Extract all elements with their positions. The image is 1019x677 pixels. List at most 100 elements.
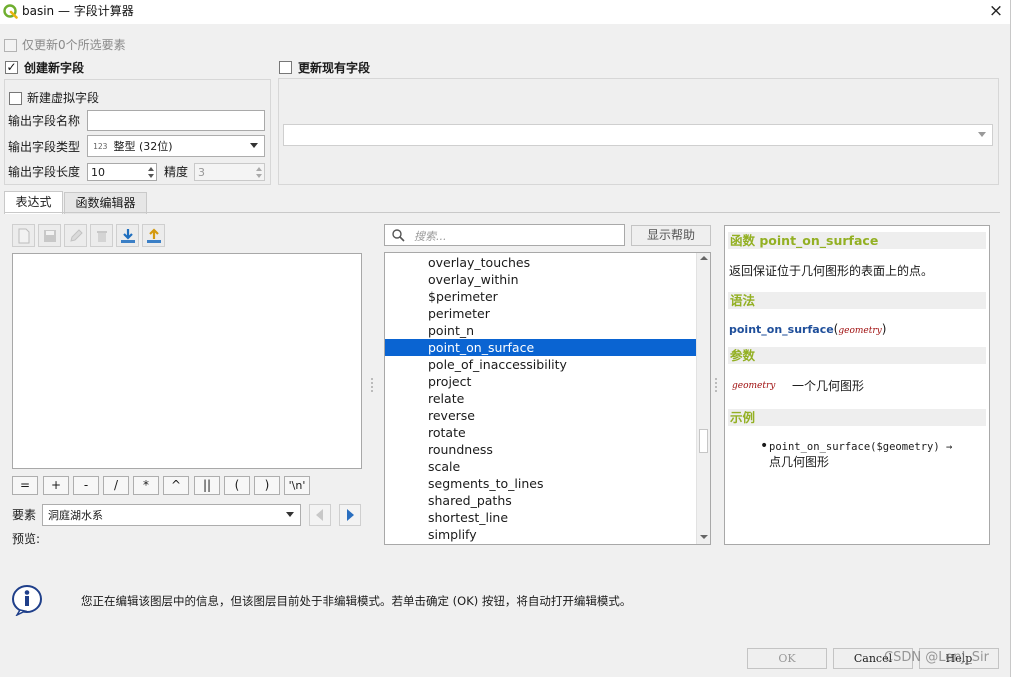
- function-item[interactable]: rotate: [385, 424, 697, 441]
- expression-editor[interactable]: [12, 253, 362, 469]
- update-existing-field-label: 更新现有字段: [298, 61, 371, 75]
- output-name-input[interactable]: [87, 110, 265, 131]
- new-expression-button[interactable]: [12, 224, 35, 247]
- spin-down-icon: [256, 174, 262, 178]
- function-item[interactable]: scale: [385, 458, 697, 475]
- output-length-label: 输出字段长度: [8, 165, 81, 179]
- output-name-label: 输出字段名称: [8, 114, 81, 128]
- show-help-button[interactable]: 显示帮助: [631, 225, 711, 246]
- chevron-right-icon: [347, 509, 354, 521]
- function-item[interactable]: shared_paths: [385, 492, 697, 509]
- operator-newline-button[interactable]: '\n': [284, 476, 310, 495]
- window-edge: [1010, 0, 1019, 677]
- splitter-handle[interactable]: [371, 378, 373, 392]
- function-item[interactable]: perimeter: [385, 305, 697, 322]
- checkmark-icon: ✓: [6, 60, 17, 74]
- function-item[interactable]: segments_to_lines: [385, 475, 697, 492]
- spin-up-icon: [256, 167, 262, 171]
- update-selected-label: 仅更新0个所选要素: [22, 38, 126, 52]
- function-item[interactable]: project: [385, 373, 697, 390]
- operator-open-paren-button[interactable]: (: [224, 476, 250, 495]
- chevron-down-icon: [286, 512, 294, 517]
- output-length-spinbox[interactable]: 10: [87, 163, 157, 181]
- import-icon: [120, 228, 135, 243]
- operator-multiply-button[interactable]: *: [133, 476, 159, 495]
- help-params-header: 参数: [728, 347, 986, 364]
- save-expression-button[interactable]: [38, 224, 61, 247]
- output-type-select[interactable]: 123 整型 (32位): [87, 135, 265, 157]
- preview-label: 预览:: [12, 532, 41, 546]
- export-expression-button[interactable]: [142, 224, 165, 247]
- existing-field-select[interactable]: [283, 124, 993, 146]
- function-list[interactable]: overlay_touches overlay_within $perimeter p…: [384, 252, 711, 545]
- function-item[interactable]: overlay_within: [385, 271, 697, 288]
- virtual-field-checkbox[interactable]: [9, 92, 22, 105]
- spin-up-icon[interactable]: [148, 167, 154, 171]
- qgis-logo-icon: [3, 4, 18, 19]
- scroll-thumb[interactable]: [699, 429, 708, 453]
- delete-icon: [96, 230, 107, 242]
- bullet-icon: •: [760, 438, 769, 454]
- operator-plus-button[interactable]: +: [43, 476, 69, 495]
- function-item[interactable]: point_on_surface: [385, 339, 697, 356]
- param-name: geometry: [732, 381, 776, 391]
- help-function-title: 函数 point_on_surface: [728, 232, 986, 249]
- next-feature-button[interactable]: [339, 504, 361, 526]
- function-item[interactable]: pole_of_inaccessibility: [385, 356, 697, 373]
- scroll-up-icon[interactable]: [700, 255, 708, 261]
- edit-expression-button[interactable]: [64, 224, 87, 247]
- watermark-text: CSDN @LenJ_Sir: [884, 650, 989, 665]
- search-icon: [392, 229, 405, 242]
- help-syntax-header: 语法: [728, 292, 986, 309]
- tab-function-editor[interactable]: 函数编辑器: [64, 192, 147, 214]
- operator-close-paren-button[interactable]: ): [254, 476, 280, 495]
- update-selected-checkbox[interactable]: [4, 39, 17, 52]
- example-code: point_on_surface($geometry) →: [769, 441, 953, 453]
- output-type-label: 输出字段类型: [8, 140, 81, 154]
- function-item[interactable]: $perimeter: [385, 288, 697, 305]
- update-existing-field-checkbox[interactable]: [279, 61, 292, 74]
- info-message: 您正在编辑该图层中的信息，但该图层目前处于非编辑模式。若单击确定 (OK) 按钮…: [81, 594, 632, 608]
- help-panel: 函数 point_on_surface 返回保证位于几何图形的表面上的点。 语法…: [724, 225, 990, 545]
- search-placeholder: 搜索...: [414, 230, 447, 243]
- info-icon: [11, 584, 44, 617]
- new-file-icon: [18, 228, 29, 243]
- edit-icon: [69, 228, 83, 242]
- feature-select[interactable]: 洞庭湖水系: [42, 504, 301, 526]
- save-icon: [43, 229, 56, 242]
- create-new-field-checkbox[interactable]: ✓: [5, 61, 18, 74]
- output-type-value: 整型 (32位): [113, 139, 173, 153]
- precision-spinbox[interactable]: 3: [194, 163, 265, 181]
- function-item[interactable]: point_n: [385, 322, 697, 339]
- scroll-down-icon[interactable]: [700, 534, 708, 540]
- function-list-scrollbar[interactable]: [696, 253, 710, 544]
- operator-power-button[interactable]: ^: [163, 476, 189, 495]
- example-result: 点几何图形: [769, 455, 830, 469]
- precision-label: 精度: [164, 165, 189, 179]
- delete-expression-button[interactable]: [90, 224, 113, 247]
- function-item[interactable]: roundness: [385, 441, 697, 458]
- operator-concat-button[interactable]: ||: [194, 476, 220, 495]
- operator-equals-button[interactable]: =: [12, 476, 38, 495]
- close-button[interactable]: ×: [984, 0, 1008, 22]
- splitter-handle[interactable]: [715, 378, 717, 392]
- import-expression-button[interactable]: [116, 224, 139, 247]
- tab-expression[interactable]: 表达式: [4, 191, 63, 214]
- function-item[interactable]: simplify: [385, 526, 697, 543]
- help-description: 返回保证位于几何图形的表面上的点。: [729, 264, 934, 278]
- integer-type-icon: 123: [93, 141, 108, 151]
- ok-button[interactable]: OK: [747, 648, 827, 669]
- operator-minus-button[interactable]: -: [73, 476, 99, 495]
- function-search-input[interactable]: 搜索...: [384, 224, 625, 246]
- function-item[interactable]: relate: [385, 390, 697, 407]
- function-item[interactable]: overlay_touches: [385, 254, 697, 271]
- export-icon: [146, 227, 161, 243]
- chevron-down-icon: [250, 143, 258, 148]
- spin-down-icon[interactable]: [148, 174, 154, 178]
- operator-divide-button[interactable]: /: [103, 476, 129, 495]
- function-item[interactable]: shortest_line: [385, 509, 697, 526]
- previous-feature-button[interactable]: [309, 504, 331, 526]
- syntax-argument: geometry: [838, 326, 882, 336]
- function-item[interactable]: reverse: [385, 407, 697, 424]
- window-title: basin — 字段计算器: [22, 4, 134, 18]
